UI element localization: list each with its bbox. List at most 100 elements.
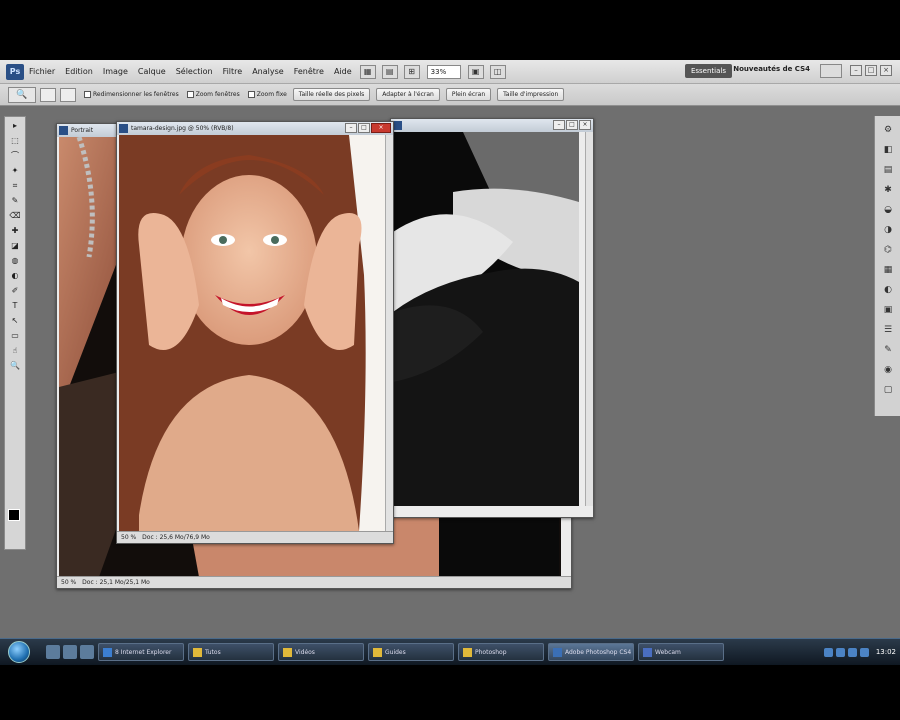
network-icon[interactable] bbox=[823, 647, 833, 657]
styles-panel-icon[interactable]: ◐ bbox=[881, 284, 895, 296]
taskbar-item-folder[interactable]: Photoshop bbox=[458, 643, 544, 661]
document-window-controls: – □ × bbox=[553, 120, 591, 130]
scrubby-zoom-checkbox[interactable]: Zoom fixe bbox=[247, 91, 287, 98]
zoom-out-icon[interactable] bbox=[60, 87, 76, 102]
language-icon[interactable] bbox=[859, 647, 869, 657]
hand-tool-icon[interactable]: ☝ bbox=[7, 345, 23, 357]
minimize-icon[interactable]: – bbox=[850, 65, 862, 76]
close-icon[interactable]: × bbox=[371, 123, 391, 133]
info-panel-icon[interactable]: ◉ bbox=[881, 364, 895, 376]
menu-filter[interactable]: Filtre bbox=[218, 67, 248, 76]
cs-live-button[interactable] bbox=[820, 64, 842, 78]
taskbar-item-folder[interactable]: Guides bbox=[368, 643, 454, 661]
close-icon[interactable]: × bbox=[579, 120, 591, 130]
minimize-icon[interactable]: – bbox=[345, 123, 357, 133]
tools-panel: ▸ ⬚ ⌒ ✦ ⌗ ✎ ⌫ ✚ ◪ ◍ ◐ ✐ T ↖ ▭ ☝ 🔍 bbox=[4, 116, 26, 550]
zoom-tool-preset-icon[interactable]: 🔍 bbox=[8, 86, 36, 103]
document-window-active[interactable]: tamara-design.jpg @ 50% (RVB/8) – □ × 50… bbox=[116, 121, 394, 544]
volume-icon[interactable] bbox=[835, 647, 845, 657]
healing-tool-icon[interactable]: ✚ bbox=[7, 225, 23, 237]
menu-edit[interactable]: Edition bbox=[60, 67, 98, 76]
eraser-tool-icon[interactable]: ⌫ bbox=[7, 210, 23, 222]
ps-document-icon bbox=[119, 124, 128, 133]
bridge-icon[interactable]: ▦ bbox=[359, 64, 376, 79]
zoom-tool-icon[interactable]: 🔍 bbox=[7, 360, 23, 372]
maximize-icon[interactable]: □ bbox=[358, 123, 370, 133]
maximize-icon[interactable]: □ bbox=[566, 120, 578, 130]
taskbar-item-photoshop[interactable]: Adobe Photoshop CS4 bbox=[548, 643, 634, 661]
screen-mode-icon[interactable]: ◫ bbox=[489, 64, 506, 79]
view-extras-icon[interactable]: ⊞ bbox=[403, 64, 420, 79]
close-icon[interactable]: × bbox=[880, 65, 892, 76]
adjustments-panel-icon[interactable]: ◒ bbox=[881, 204, 895, 216]
taskbar-item-ie[interactable]: 8 Internet Explorer bbox=[98, 643, 184, 661]
fit-screen-button[interactable]: Adapter à l'écran bbox=[376, 88, 440, 101]
zoom-in-icon[interactable] bbox=[40, 87, 56, 102]
document-canvas[interactable] bbox=[393, 132, 579, 506]
minimize-icon[interactable]: – bbox=[553, 120, 565, 130]
pen-tool-icon[interactable]: ✐ bbox=[7, 285, 23, 297]
taskbar-item-folder[interactable]: Tutos bbox=[188, 643, 274, 661]
type-tool-icon[interactable]: T bbox=[7, 300, 23, 312]
workspace-essentials-button[interactable]: Essentials bbox=[684, 64, 732, 78]
folder-icon bbox=[463, 647, 472, 657]
whats-new-label[interactable]: Nouveautés de CS4 bbox=[733, 65, 810, 73]
lasso-tool-icon[interactable]: ⌒ bbox=[7, 150, 23, 162]
arrange-documents-icon[interactable]: ▣ bbox=[467, 64, 484, 79]
actual-pixels-button[interactable]: Taille réelle des pixels bbox=[292, 88, 371, 101]
menu-analysis[interactable]: Analyse bbox=[247, 67, 289, 76]
navigator-panel-icon[interactable]: ▤ bbox=[881, 164, 895, 176]
print-size-button[interactable]: Taille d'impression bbox=[497, 88, 565, 101]
zoom-all-windows-checkbox[interactable]: Zoom fenêtres bbox=[186, 91, 240, 98]
brushes-panel-icon[interactable]: ✱ bbox=[881, 184, 895, 196]
mini-bridge-icon[interactable]: ▤ bbox=[381, 64, 398, 79]
masks-panel-icon[interactable]: ⌬ bbox=[881, 244, 895, 256]
dodge-tool-icon[interactable]: ◐ bbox=[7, 270, 23, 282]
taskbar-clock[interactable]: 13:02 bbox=[876, 648, 896, 656]
switch-windows-icon[interactable] bbox=[63, 645, 77, 659]
resize-windows-checkbox[interactable]: Redimensionner les fenêtres bbox=[84, 91, 179, 98]
shape-tool-icon[interactable]: ▭ bbox=[7, 330, 23, 342]
layers-panel-icon[interactable]: ▣ bbox=[881, 304, 895, 316]
actions-panel-icon[interactable]: ◧ bbox=[881, 144, 895, 156]
fill-screen-button[interactable]: Plein écran bbox=[445, 88, 492, 101]
menu-help[interactable]: Aide bbox=[329, 67, 357, 76]
marquee-tool-icon[interactable]: ⬚ bbox=[7, 135, 23, 147]
status-zoom[interactable]: 50 % bbox=[61, 577, 76, 588]
menu-file[interactable]: Fichier bbox=[24, 67, 60, 76]
photoshop-workspace: Ps Fichier Edition Image Calque Sélectio… bbox=[0, 60, 900, 665]
menu-layer[interactable]: Calque bbox=[133, 67, 171, 76]
status-zoom[interactable]: 50 % bbox=[121, 532, 136, 543]
start-button[interactable] bbox=[8, 641, 30, 663]
color-panel-icon[interactable]: ◑ bbox=[881, 224, 895, 236]
browser-icon[interactable] bbox=[80, 645, 94, 659]
document-title-bar[interactable]: – □ × bbox=[391, 119, 593, 132]
character-panel-icon[interactable]: ▢ bbox=[881, 384, 895, 396]
gradient-tool-icon[interactable]: ◪ bbox=[7, 240, 23, 252]
document-title-bar[interactable]: tamara-design.jpg @ 50% (RVB/8) – □ × bbox=[117, 122, 393, 135]
zoom-level-select[interactable]: 33% bbox=[426, 64, 461, 79]
foreground-color-swatch[interactable] bbox=[8, 509, 20, 521]
vertical-scrollbar[interactable] bbox=[385, 135, 393, 531]
paths-panel-icon[interactable]: ✎ bbox=[881, 344, 895, 356]
history-panel-icon[interactable]: ⚙ bbox=[881, 124, 895, 136]
swatches-panel-icon[interactable]: ▦ bbox=[881, 264, 895, 276]
menu-select[interactable]: Sélection bbox=[171, 67, 218, 76]
taskbar-item-folder[interactable]: Vidéos bbox=[278, 643, 364, 661]
taskbar-item-webcam[interactable]: Webcam bbox=[638, 643, 724, 661]
show-desktop-icon[interactable] bbox=[46, 645, 60, 659]
security-icon[interactable] bbox=[847, 647, 857, 657]
menu-window[interactable]: Fenêtre bbox=[289, 67, 329, 76]
brush-tool-icon[interactable]: ✎ bbox=[7, 195, 23, 207]
blur-tool-icon[interactable]: ◍ bbox=[7, 255, 23, 267]
crop-tool-icon[interactable]: ⌗ bbox=[7, 180, 23, 192]
menu-image[interactable]: Image bbox=[98, 67, 133, 76]
maximize-icon[interactable]: □ bbox=[865, 65, 877, 76]
document-canvas[interactable] bbox=[119, 135, 385, 531]
move-tool-icon[interactable]: ▸ bbox=[7, 120, 23, 132]
magic-wand-tool-icon[interactable]: ✦ bbox=[7, 165, 23, 177]
vertical-scrollbar[interactable] bbox=[585, 132, 593, 506]
path-selection-tool-icon[interactable]: ↖ bbox=[7, 315, 23, 327]
channels-panel-icon[interactable]: ☰ bbox=[881, 324, 895, 336]
document-window-bw[interactable]: – □ × bbox=[390, 118, 594, 518]
